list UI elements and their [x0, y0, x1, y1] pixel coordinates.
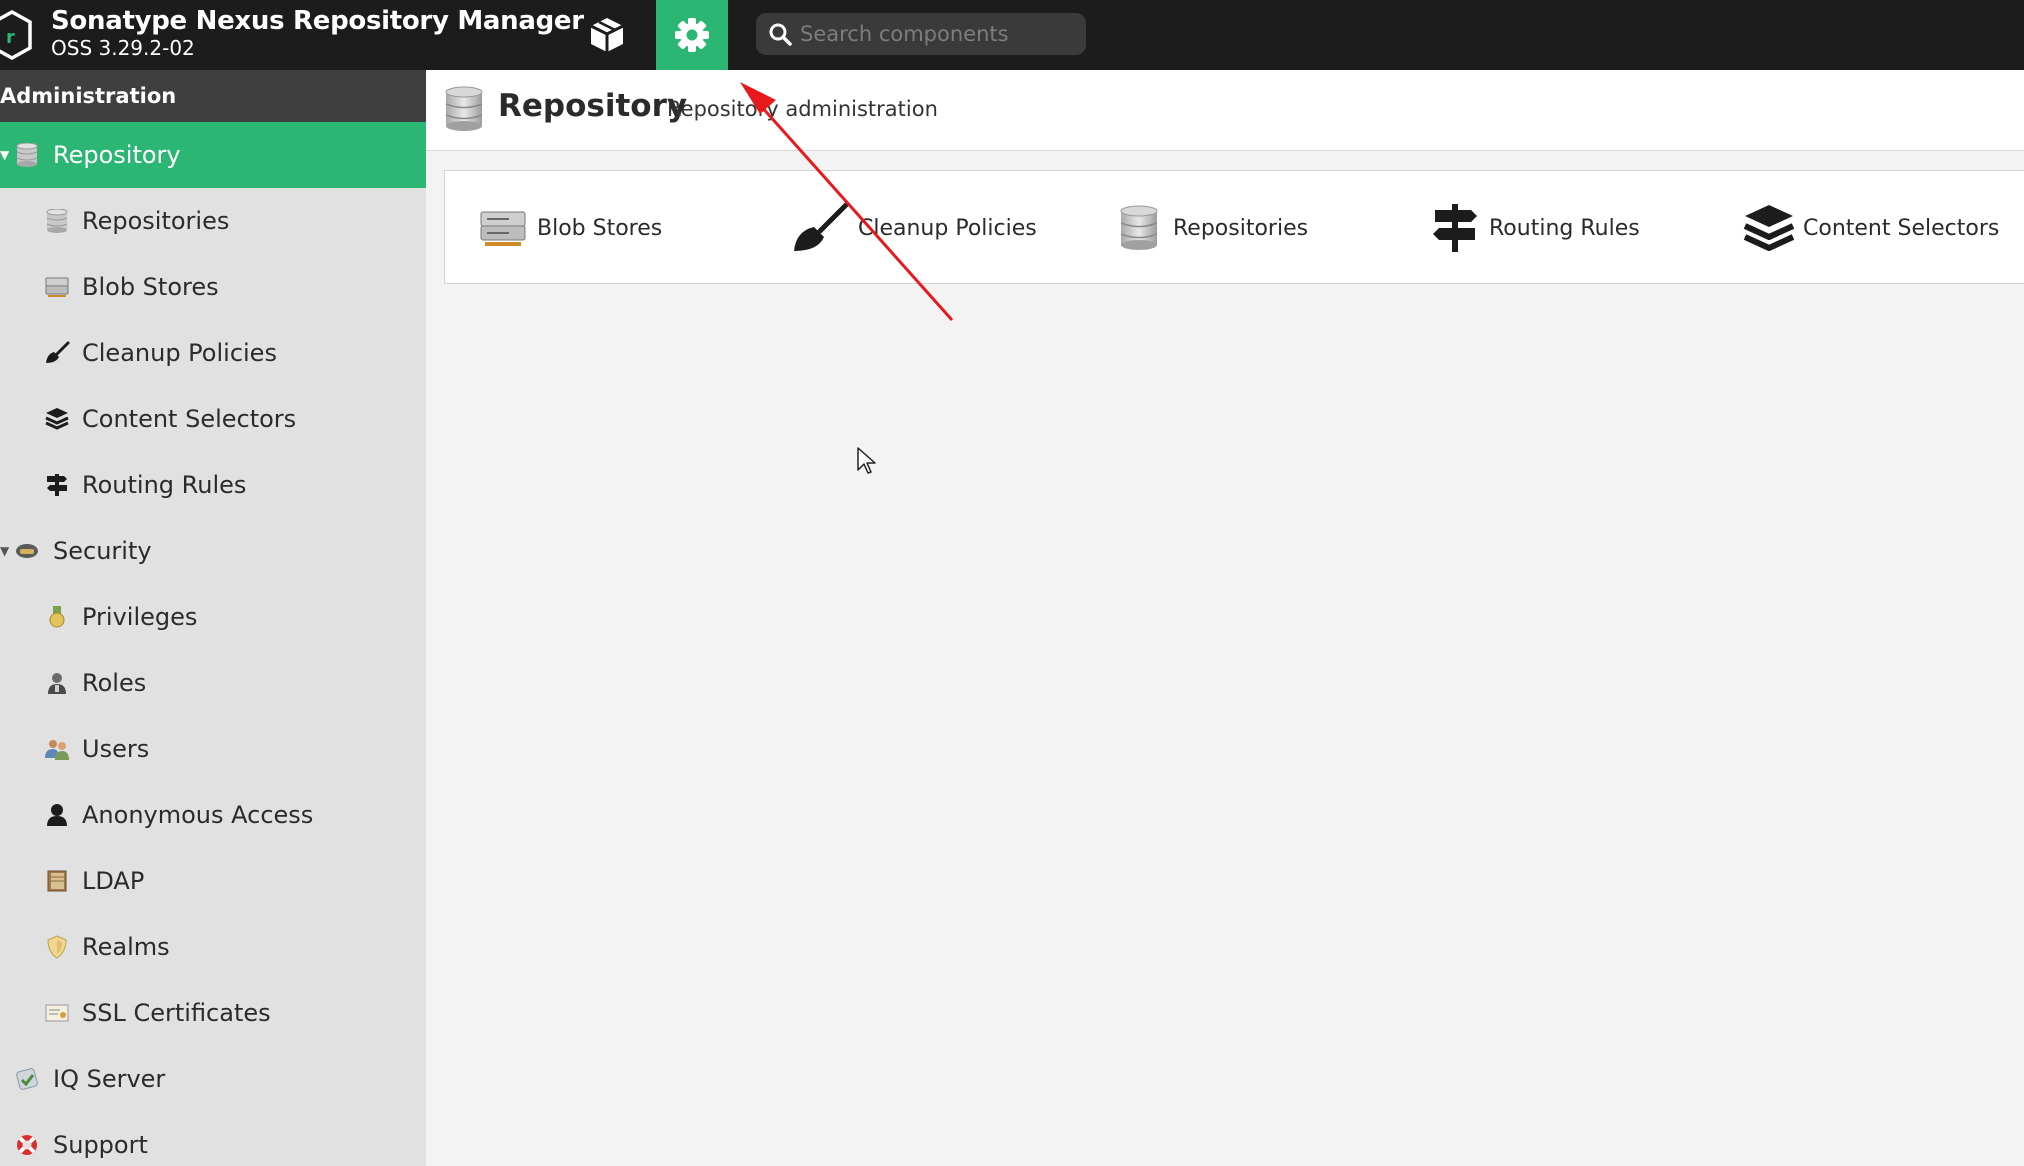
sidebar-item-label: Realms — [82, 933, 170, 961]
page-subtitle: Repository administration — [667, 97, 938, 121]
shield-icon — [44, 934, 70, 960]
sidebar-heading: Administration — [0, 70, 426, 122]
server-icon — [44, 274, 70, 300]
medal-icon — [44, 604, 70, 630]
administration-button[interactable] — [656, 0, 728, 70]
database-icon — [44, 208, 70, 234]
book-icon — [44, 868, 70, 894]
mouse-cursor-icon — [857, 447, 876, 474]
page-header: Repository Repository administration — [426, 70, 2024, 151]
page-title: Repository — [498, 88, 688, 124]
sidebar-item-label: Routing Rules — [82, 471, 247, 499]
sidebar-item-realms[interactable]: Realms — [0, 914, 426, 980]
svg-text:r: r — [6, 27, 15, 48]
helmet-icon — [14, 538, 40, 564]
signpost-icon — [1429, 200, 1481, 256]
search-icon — [769, 23, 792, 46]
sidebar-item-roles[interactable]: Roles — [0, 650, 426, 716]
top-header: r Sonatype Nexus Repository Manager OSS … — [0, 0, 2024, 70]
feature-routing-rules[interactable]: Routing Rules — [1429, 171, 1640, 285]
sidebar-item-label: IQ Server — [53, 1065, 166, 1093]
sidebar-item-label: Cleanup Policies — [82, 339, 277, 367]
database-icon — [445, 86, 483, 131]
browse-button[interactable] — [578, 0, 636, 70]
sidebar-item-label: Users — [82, 735, 150, 763]
server-icon — [477, 200, 529, 256]
feature-panel: Blob Stores Cleanup Policies Repositorie… — [444, 170, 2024, 284]
iq-server-icon — [14, 1066, 40, 1092]
feature-cleanup-policies[interactable]: Cleanup Policies — [790, 171, 1037, 285]
certificate-icon — [44, 1000, 70, 1026]
sidebar-item-label: Support — [53, 1131, 148, 1159]
sidebar-item-label: Security — [53, 537, 152, 565]
sidebar-item-label: Repositories — [82, 207, 230, 235]
sidebar-item-ldap[interactable]: LDAP — [0, 848, 426, 914]
sidebar-item-anonymous-access[interactable]: Anonymous Access — [0, 782, 426, 848]
feature-label: Routing Rules — [1489, 215, 1640, 241]
feature-label: Cleanup Policies — [858, 215, 1037, 241]
feature-blob-stores[interactable]: Blob Stores — [477, 171, 662, 285]
database-icon — [14, 142, 40, 168]
sidebar-item-security[interactable]: ▼ Security — [0, 518, 426, 584]
sidebar-item-repositories[interactable]: Repositories — [0, 188, 426, 254]
sidebar-item-users[interactable]: Users — [0, 716, 426, 782]
nexus-logo-icon[interactable]: r — [0, 10, 40, 60]
app-version: OSS 3.29.2-02 — [51, 36, 195, 60]
database-icon — [1113, 200, 1165, 256]
sidebar-item-routing-rules[interactable]: Routing Rules — [0, 452, 426, 518]
search-box[interactable] — [756, 13, 1086, 55]
app-title: Sonatype Nexus Repository Manager — [51, 6, 584, 36]
broom-icon — [790, 200, 850, 256]
feature-label: Content Selectors — [1803, 215, 2000, 241]
cube-icon — [590, 18, 624, 52]
sidebar-item-ssl-certificates[interactable]: SSL Certificates — [0, 980, 426, 1046]
search-input[interactable] — [800, 22, 1080, 46]
sidebar-item-repository[interactable]: ▼ Repository — [0, 122, 426, 188]
feature-content-selectors[interactable]: Content Selectors — [1743, 171, 1999, 285]
feature-label: Repositories — [1173, 215, 1309, 241]
sidebar-item-label: Privileges — [82, 603, 198, 631]
sidebar-item-iq-server[interactable]: IQ Server — [0, 1046, 426, 1112]
sidebar-item-label: Repository — [53, 141, 181, 169]
expand-caret-icon[interactable]: ▼ — [0, 148, 10, 162]
role-icon — [44, 670, 70, 696]
layers-icon — [1743, 200, 1795, 256]
sidebar-item-label: Anonymous Access — [82, 801, 314, 829]
feature-repositories[interactable]: Repositories — [1113, 171, 1308, 285]
sidebar-item-support[interactable]: Support — [0, 1112, 426, 1166]
signpost-icon — [44, 472, 70, 498]
sidebar-item-privileges[interactable]: Privileges — [0, 584, 426, 650]
broom-icon — [44, 340, 70, 366]
sidebar-item-content-selectors[interactable]: Content Selectors — [0, 386, 426, 452]
sidebar-item-label: SSL Certificates — [82, 999, 271, 1027]
expand-caret-icon[interactable]: ▼ — [0, 544, 10, 558]
users-icon — [44, 736, 70, 762]
sidebar-item-cleanup-policies[interactable]: Cleanup Policies — [0, 320, 426, 386]
user-icon — [44, 802, 70, 828]
sidebar-item-label: Blob Stores — [82, 273, 219, 301]
gear-icon — [675, 18, 709, 52]
sidebar-item-blob-stores[interactable]: Blob Stores — [0, 254, 426, 320]
sidebar-item-label: Content Selectors — [82, 405, 297, 433]
sidebar-item-label: LDAP — [82, 867, 145, 895]
lifebuoy-icon — [14, 1132, 40, 1158]
feature-label: Blob Stores — [537, 215, 663, 241]
layers-icon — [44, 406, 70, 432]
sidebar-item-label: Roles — [82, 669, 147, 697]
